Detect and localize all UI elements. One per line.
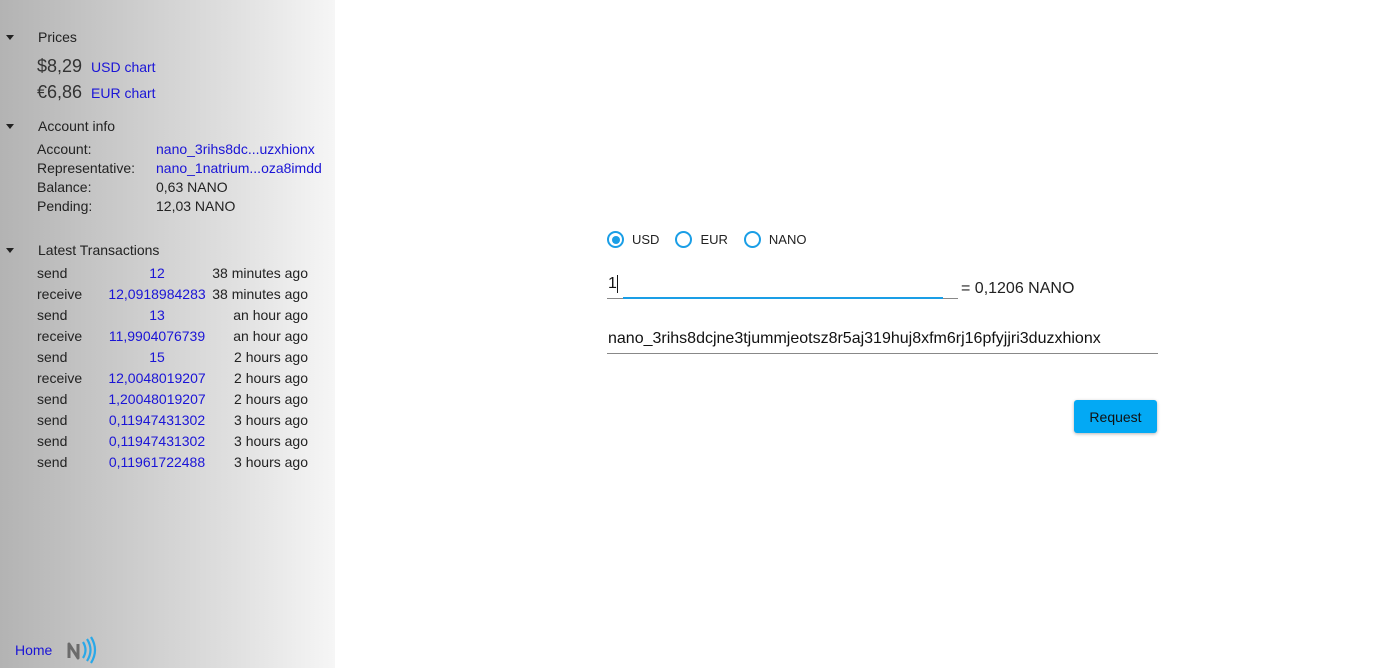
representative-label: Representative:	[37, 160, 136, 176]
sidebar-footer: Home	[15, 636, 100, 664]
tx-amount-link[interactable]: 12,0048019207	[107, 370, 207, 386]
tx-type: send	[37, 391, 68, 407]
radio-eur-circle[interactable]	[675, 231, 693, 248]
tx-time: 2 hours ago	[234, 391, 308, 407]
tx-type: receive	[37, 286, 83, 302]
representative-link[interactable]: nano_1natrium...oza8imdd	[156, 160, 322, 176]
text-cursor	[617, 275, 618, 293]
home-link[interactable]: Home	[15, 642, 52, 658]
tx-time: 2 hours ago	[234, 370, 308, 386]
tx-type: receive	[37, 370, 83, 386]
tx-time: 2 hours ago	[234, 349, 308, 365]
eur-price: €6,86	[37, 82, 83, 102]
pending-value: 12,03 NANO	[156, 198, 236, 214]
transactions-title: Latest Transactions	[38, 242, 160, 258]
converted-amount: = 0,1206 NANO	[961, 280, 1075, 297]
tx-time: 3 hours ago	[234, 433, 308, 449]
radio-eur[interactable]: EUR	[675, 231, 728, 248]
address-input[interactable]	[607, 325, 1158, 354]
tx-amount-link[interactable]: 1,20048019207	[107, 391, 207, 407]
account-link[interactable]: nano_3rihs8dc...uzxhionx	[156, 141, 315, 157]
amount-focus-underline	[623, 297, 943, 299]
radio-nano-circle[interactable]	[743, 231, 761, 248]
tx-amount-link[interactable]: 11,9904076739	[107, 328, 207, 344]
currency-radio-group: USD EUR NANO	[607, 231, 822, 248]
radio-usd-circle[interactable]	[607, 231, 624, 248]
tx-type: send	[37, 349, 68, 365]
radio-usd-label: USD	[632, 232, 660, 247]
tx-amount-link[interactable]: 12,0918984283	[107, 286, 207, 302]
radio-eur-label: EUR	[700, 232, 728, 247]
caret-down-icon[interactable]	[6, 34, 14, 40]
tx-amount-link[interactable]: 13	[107, 307, 207, 323]
tx-amount-link[interactable]: 0,11947431302	[107, 412, 207, 428]
tx-time: an hour ago	[233, 307, 308, 323]
price-row-usd: $8,29 USD chart	[37, 56, 156, 77]
tx-time: an hour ago	[233, 328, 308, 344]
tx-type: send	[37, 412, 68, 428]
balance-value: 0,63 NANO	[156, 179, 228, 195]
amount-field	[607, 270, 958, 300]
account-info-title: Account info	[38, 118, 116, 134]
tx-time: 3 hours ago	[234, 454, 308, 470]
tx-type: send	[37, 265, 68, 281]
radio-nano-label: NANO	[768, 232, 807, 247]
tx-type: send	[37, 454, 68, 470]
usd-chart-link[interactable]: USD chart	[91, 59, 156, 75]
balance-label: Balance:	[37, 179, 92, 195]
tx-type: receive	[37, 328, 83, 344]
radio-nano[interactable]: NANO	[743, 231, 807, 248]
pending-label: Pending:	[37, 198, 93, 214]
tx-amount-link[interactable]: 0,11961722488	[107, 454, 207, 470]
tx-amount-link[interactable]: 12	[107, 265, 207, 281]
amount-input[interactable]	[607, 270, 958, 299]
eur-chart-link[interactable]: EUR chart	[91, 85, 156, 101]
price-row-eur: €6,86 EUR chart	[37, 82, 156, 103]
caret-down-icon[interactable]	[6, 247, 14, 253]
tx-time: 38 minutes ago	[212, 286, 308, 302]
tx-time: 38 minutes ago	[212, 265, 308, 281]
tx-type: send	[37, 307, 68, 323]
tx-amount-link[interactable]: 15	[107, 349, 207, 365]
sidebar: Prices $8,29 USD chart €6,86 EUR chart A…	[0, 0, 335, 668]
tx-time: 3 hours ago	[234, 412, 308, 428]
caret-down-icon[interactable]	[6, 123, 14, 129]
tx-amount-link[interactable]: 0,11947431302	[107, 433, 207, 449]
request-button[interactable]: Request	[1074, 400, 1157, 433]
account-label: Account:	[37, 141, 92, 157]
usd-price: $8,29	[37, 56, 83, 76]
radio-usd[interactable]: USD	[607, 231, 659, 248]
prices-title: Prices	[38, 29, 77, 45]
nano-logo-icon	[67, 636, 97, 664]
tx-type: send	[37, 433, 68, 449]
